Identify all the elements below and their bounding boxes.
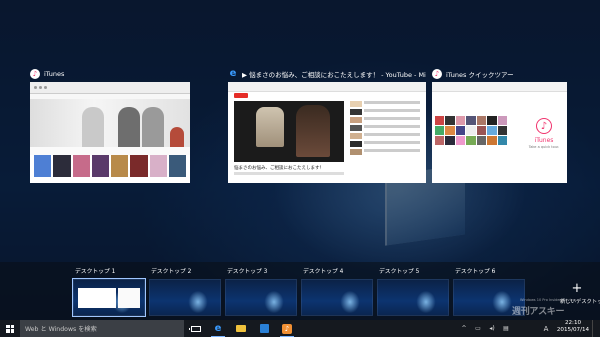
plus-icon: +	[571, 281, 583, 296]
window-title-bar: ♪ iTunes クイックツアー	[432, 66, 567, 82]
desktop-3[interactable]: デスクトップ 3	[225, 267, 297, 316]
desktop-thumbnail[interactable]	[301, 279, 373, 316]
itunes-icon: ♪	[282, 323, 292, 334]
window-thumbnail[interactable]: 悩まさのお悩み、ご相談におこたえします！	[228, 82, 426, 183]
desktop-2[interactable]: デスクトップ 2	[149, 267, 221, 316]
network-button[interactable]: ▭	[472, 320, 484, 337]
publisher-logo: 週刊アスキー	[512, 307, 565, 317]
desktop-thumbnail[interactable]	[225, 279, 297, 316]
taskbar-edge-button[interactable]: e	[208, 320, 228, 337]
window-title: iTunes クイックツアー	[446, 71, 514, 79]
chevron-up-icon: ^	[461, 325, 467, 332]
task-view-icon	[189, 325, 201, 332]
window-thumbnail[interactable]: ♪ iTunes Take a quick tour.	[432, 82, 567, 183]
youtube-logo	[234, 93, 248, 98]
clock-time: 22:10	[564, 320, 582, 326]
album-grid	[435, 116, 507, 145]
window-title-bar: e ▶ 悩まさのお悩み、ご相談におこたえします！ - YouTube - Mic…	[228, 66, 426, 82]
desktop-4[interactable]: デスクトップ 4	[301, 267, 373, 316]
ime-mode-label: A	[543, 324, 549, 333]
store-icon	[259, 324, 269, 333]
network-icon: ▭	[475, 325, 481, 332]
itunes-toolbar	[30, 82, 190, 94]
taskbar-store-button[interactable]	[254, 320, 274, 337]
window-title: iTunes	[44, 70, 65, 78]
task-view-window-itunes-tour[interactable]: ♪ iTunes クイックツアー ♪ iTunes Take a quick t…	[432, 66, 567, 183]
windows-logo-icon	[6, 324, 14, 333]
related-videos-list	[350, 101, 420, 157]
desktop-1[interactable]: デスクトップ 1	[72, 267, 146, 317]
itunes-album-strip	[30, 155, 190, 177]
desktop-label: デスクトップ 3	[227, 269, 268, 275]
task-view-window-edge[interactable]: e ▶ 悩まさのお悩み、ご相談におこたえします！ - YouTube - Mic…	[228, 66, 426, 183]
window-title: ▶ 悩まさのお悩み、ご相談におこたえします！ - YouTube - Micro…	[242, 71, 426, 79]
show-hidden-icons-button[interactable]: ^	[458, 320, 470, 337]
task-view-button[interactable]	[186, 320, 206, 337]
desktop-thumbnail[interactable]	[149, 279, 221, 316]
video-title: 悩まさのお悩み、ご相談におこたえします！	[234, 166, 324, 171]
itunes-logo-icon: ♪	[536, 118, 552, 134]
edge-icon: e	[214, 323, 222, 334]
volume-icon: ◂)	[489, 325, 495, 332]
tour-app-name: iTunes	[534, 137, 554, 144]
taskbar-itunes-button[interactable]: ♪	[277, 320, 297, 337]
task-view-window-itunes[interactable]: ♪ iTunes	[30, 66, 190, 183]
video-player	[234, 101, 344, 162]
desktop-label: デスクトップ 4	[303, 269, 344, 275]
file-explorer-icon	[236, 325, 246, 332]
ime-mode-button[interactable]: A	[540, 320, 552, 337]
keyboard-button[interactable]: ▤	[500, 320, 512, 337]
clock-date: 2015/07/14	[556, 327, 590, 333]
edge-icon: e	[229, 68, 237, 79]
desktop-thumbnail[interactable]	[377, 279, 449, 316]
desktop-label: デスクトップ 6	[455, 269, 496, 275]
show-desktop-button[interactable]	[592, 320, 600, 337]
keyboard-icon: ▤	[503, 325, 509, 332]
desktop-label: デスクトップ 1	[75, 269, 116, 275]
volume-button[interactable]: ◂)	[486, 320, 498, 337]
desktop-label: デスクトップ 5	[379, 269, 420, 275]
desktop-5[interactable]: デスクトップ 5	[377, 267, 449, 316]
search-placeholder: Web と Windows を検索	[25, 326, 97, 333]
itunes-hero-banner	[30, 99, 190, 147]
itunes-icon: ♪	[30, 69, 40, 79]
clock[interactable]: 22:10 2015/07/14	[554, 319, 592, 334]
desktop-thumbnail[interactable]	[72, 278, 146, 317]
taskbar-explorer-button[interactable]	[231, 320, 251, 337]
window-thumbnail[interactable]	[30, 82, 190, 183]
itunes-icon: ♪	[432, 69, 442, 79]
os-build-watermark: Windows 10 Pro Insider Preview	[520, 298, 576, 302]
desktop-label: デスクトップ 2	[151, 269, 192, 275]
tour-subtitle: Take a quick tour.	[528, 145, 560, 149]
window-title-bar: ♪ iTunes	[30, 66, 190, 82]
search-box[interactable]: Web と Windows を検索	[20, 320, 184, 337]
start-button[interactable]	[0, 320, 20, 337]
